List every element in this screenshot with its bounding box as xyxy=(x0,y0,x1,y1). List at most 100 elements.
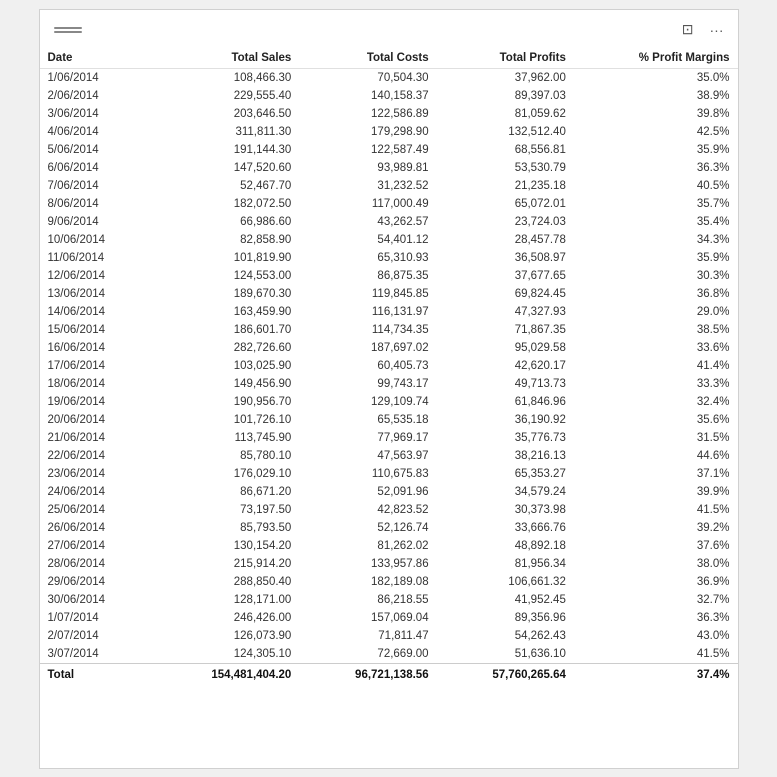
table-row: 21/06/2014113,745.9077,969.1735,776.7331… xyxy=(40,429,738,447)
table-cell: 39.9% xyxy=(574,483,738,501)
table-cell: 3/07/2014 xyxy=(40,645,153,664)
table-cell: 29/06/2014 xyxy=(40,573,153,591)
table-header-row: Date Total Sales Total Costs Total Profi… xyxy=(40,46,738,69)
table-cell: 101,726.10 xyxy=(152,411,299,429)
table-row: 19/06/2014190,956.70129,109.7461,846.963… xyxy=(40,393,738,411)
col-date: Date xyxy=(40,46,153,69)
table-cell: 11/06/2014 xyxy=(40,249,153,267)
table-row: 9/06/201466,986.6043,262.5723,724.0335.4… xyxy=(40,213,738,231)
table-cell: 35.4% xyxy=(574,213,738,231)
table-row: 2/06/2014229,555.40140,158.3789,397.0338… xyxy=(40,87,738,105)
table-cell: 311,811.30 xyxy=(152,123,299,141)
col-total-profits: Total Profits xyxy=(437,46,574,69)
table-cell: 22/06/2014 xyxy=(40,447,153,465)
table-cell: 73,197.50 xyxy=(152,501,299,519)
table-cell: 41.5% xyxy=(574,645,738,664)
table-cell: 26/06/2014 xyxy=(40,519,153,537)
table-cell: 65,535.18 xyxy=(299,411,436,429)
footer-cell: 96,721,138.56 xyxy=(299,663,436,686)
table-cell: 36.3% xyxy=(574,609,738,627)
table-cell: 14/06/2014 xyxy=(40,303,153,321)
table-cell: 95,029.58 xyxy=(437,339,574,357)
table-cell: 246,426.00 xyxy=(152,609,299,627)
drag-bar-1 xyxy=(54,27,82,29)
table-cell: 189,670.30 xyxy=(152,285,299,303)
table-cell: 81,262.02 xyxy=(299,537,436,555)
table-cell: 99,743.17 xyxy=(299,375,436,393)
table-row: 30/06/2014128,171.0086,218.5541,952.4532… xyxy=(40,591,738,609)
table-cell: 35.0% xyxy=(574,68,738,87)
table-cell: 21,235.18 xyxy=(437,177,574,195)
table-cell: 69,824.45 xyxy=(437,285,574,303)
table-cell: 41.4% xyxy=(574,357,738,375)
table-row: 4/06/2014311,811.30179,298.90132,512.404… xyxy=(40,123,738,141)
table-row: 5/06/2014191,144.30122,587.4968,556.8135… xyxy=(40,141,738,159)
table-row: 13/06/2014189,670.30119,845.8569,824.453… xyxy=(40,285,738,303)
footer-cell: 57,760,265.64 xyxy=(437,663,574,686)
table-cell: 68,556.81 xyxy=(437,141,574,159)
table-cell: 54,262.43 xyxy=(437,627,574,645)
table-row: 22/06/201485,780.1047,563.9738,216.1344.… xyxy=(40,447,738,465)
table-body: 1/06/2014108,466.3070,504.3037,962.0035.… xyxy=(40,68,738,663)
table-row: 1/06/2014108,466.3070,504.3037,962.0035.… xyxy=(40,68,738,87)
table-cell: 28,457.78 xyxy=(437,231,574,249)
table-row: 16/06/2014282,726.60187,697.0295,029.583… xyxy=(40,339,738,357)
more-options-icon[interactable]: ··· xyxy=(706,20,728,40)
table-cell: 52,126.74 xyxy=(299,519,436,537)
table-cell: 122,587.49 xyxy=(299,141,436,159)
table-cell: 37.6% xyxy=(574,537,738,555)
table-cell: 17/06/2014 xyxy=(40,357,153,375)
table-row: 26/06/201485,793.5052,126.7433,666.7639.… xyxy=(40,519,738,537)
table-cell: 126,073.90 xyxy=(152,627,299,645)
table-cell: 52,467.70 xyxy=(152,177,299,195)
table-footer-row: Total154,481,404.2096,721,138.5657,760,2… xyxy=(40,663,738,686)
table-cell: 86,218.55 xyxy=(299,591,436,609)
table-cell: 27/06/2014 xyxy=(40,537,153,555)
drag-handle[interactable] xyxy=(50,23,86,37)
table-cell: 23/06/2014 xyxy=(40,465,153,483)
table-cell: 53,530.79 xyxy=(437,159,574,177)
table-row: 6/06/2014147,520.6093,989.8153,530.7936.… xyxy=(40,159,738,177)
table-cell: 36,508.97 xyxy=(437,249,574,267)
footer-cell: Total xyxy=(40,663,153,686)
table-cell: 93,989.81 xyxy=(299,159,436,177)
table-cell: 86,875.35 xyxy=(299,267,436,285)
table-cell: 163,459.90 xyxy=(152,303,299,321)
table-cell: 149,456.90 xyxy=(152,375,299,393)
table-cell: 65,353.27 xyxy=(437,465,574,483)
table-row: 29/06/2014288,850.40182,189.08106,661.32… xyxy=(40,573,738,591)
table-row: 2/07/2014126,073.9071,811.4754,262.4343.… xyxy=(40,627,738,645)
table-cell: 35,776.73 xyxy=(437,429,574,447)
table-row: 10/06/201482,858.9054,401.1228,457.7834.… xyxy=(40,231,738,249)
table-row: 25/06/201473,197.5042,823.5230,373.9841.… xyxy=(40,501,738,519)
table-row: 14/06/2014163,459.90116,131.9747,327.932… xyxy=(40,303,738,321)
table-container[interactable]: Date Total Sales Total Costs Total Profi… xyxy=(40,46,738,768)
table-cell: 47,327.93 xyxy=(437,303,574,321)
table-cell: 33.6% xyxy=(574,339,738,357)
table-cell: 24/06/2014 xyxy=(40,483,153,501)
table-cell: 30.3% xyxy=(574,267,738,285)
table-cell: 66,986.60 xyxy=(152,213,299,231)
table-cell: 32.4% xyxy=(574,393,738,411)
table-cell: 31,232.52 xyxy=(299,177,436,195)
table-cell: 3/06/2014 xyxy=(40,105,153,123)
footer-cell: 154,481,404.20 xyxy=(152,663,299,686)
table-cell: 35.9% xyxy=(574,249,738,267)
table-cell: 36.9% xyxy=(574,573,738,591)
table-cell: 191,144.30 xyxy=(152,141,299,159)
table-cell: 54,401.12 xyxy=(299,231,436,249)
panel-icons: ⊡ ··· xyxy=(678,19,728,40)
expand-icon[interactable]: ⊡ xyxy=(678,19,698,40)
table-cell: 65,072.01 xyxy=(437,195,574,213)
table-row: 3/06/2014203,646.50122,586.8981,059.6239… xyxy=(40,105,738,123)
table-cell: 147,520.60 xyxy=(152,159,299,177)
table-cell: 5/06/2014 xyxy=(40,141,153,159)
table-cell: 12/06/2014 xyxy=(40,267,153,285)
table-cell: 114,734.35 xyxy=(299,321,436,339)
table-cell: 128,171.00 xyxy=(152,591,299,609)
table-cell: 6/06/2014 xyxy=(40,159,153,177)
table-cell: 86,671.20 xyxy=(152,483,299,501)
table-cell: 41.5% xyxy=(574,501,738,519)
table-row: 1/07/2014246,426.00157,069.0489,356.9636… xyxy=(40,609,738,627)
table-cell: 2/06/2014 xyxy=(40,87,153,105)
